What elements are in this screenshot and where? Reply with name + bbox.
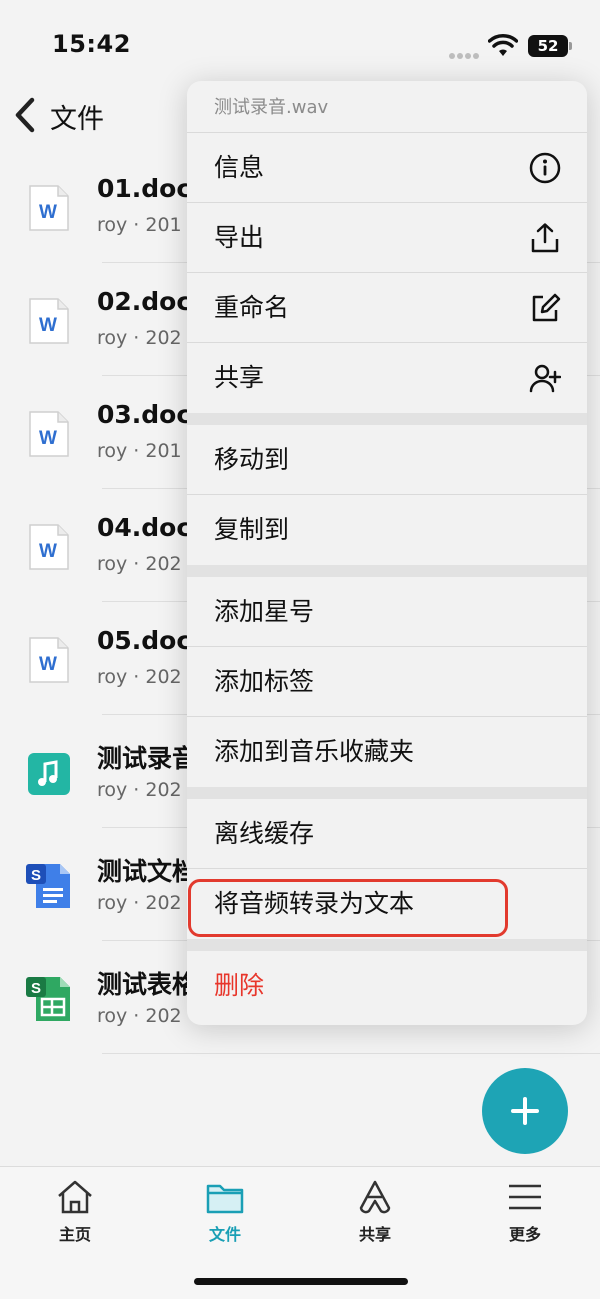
home-indicator (194, 1278, 408, 1285)
back-chevron-icon[interactable] (12, 96, 40, 134)
file-meta: roy · 202 (97, 779, 182, 801)
menu-item-share[interactable]: 共享 (187, 343, 587, 413)
word-doc-icon: W (29, 637, 69, 683)
menu-item-add-star[interactable]: 添加星号 (187, 577, 587, 647)
tab-more[interactable]: 更多 (475, 1179, 575, 1245)
page-title: 文件 (50, 104, 104, 135)
svg-text:W: W (39, 541, 57, 562)
file-meta: roy · 202 (97, 1005, 182, 1027)
file-name: 01.doc (97, 174, 192, 203)
file-meta: roy · 202 (97, 553, 182, 575)
file-meta: roy · 201 (97, 440, 182, 462)
file-name: 03.doc (97, 400, 192, 429)
menu-separator (187, 565, 587, 577)
divider (102, 1053, 600, 1054)
menu-item-label: 重命名 (214, 293, 290, 322)
svg-text:W: W (39, 202, 57, 223)
menu-item-label: 删除 (214, 971, 265, 1000)
menu-item-add-tag[interactable]: 添加标签 (187, 647, 587, 717)
menu-item-copy-to[interactable]: 复制到 (187, 495, 587, 565)
wifi-icon (488, 34, 518, 56)
menu-item-offline-cache[interactable]: 离线缓存 (187, 799, 587, 869)
word-doc-icon: W (29, 524, 69, 570)
menu-icon (509, 1184, 541, 1210)
svg-text:W: W (39, 654, 57, 675)
svg-text:W: W (39, 428, 57, 449)
status-time: 15:42 (52, 30, 131, 58)
add-person-icon (529, 364, 561, 393)
word-doc-icon: W (29, 185, 69, 231)
tab-label: 文件 (208, 1225, 241, 1244)
share-icon (359, 1180, 391, 1214)
menu-item-label: 信息 (214, 153, 265, 182)
tab-label: 主页 (58, 1225, 91, 1244)
folder-icon (206, 1184, 244, 1214)
tab-label: 更多 (508, 1225, 541, 1244)
menu-separator (187, 939, 587, 951)
menu-separator (187, 787, 587, 799)
info-icon (529, 152, 561, 184)
menu-item-label: 移动到 (214, 445, 290, 474)
file-name: 04.doc (97, 513, 192, 542)
word-doc-icon: W (29, 411, 69, 457)
tab-files[interactable]: 文件 (175, 1179, 275, 1245)
menu-item-info[interactable]: 信息 (187, 133, 587, 203)
audio-file-icon (28, 753, 70, 795)
menu-item-delete[interactable]: 删除 (187, 951, 587, 1021)
tab-share[interactable]: 共享 (325, 1179, 425, 1245)
google-doc-icon: S (26, 864, 70, 908)
menu-separator (187, 413, 587, 425)
file-name: 02.doc (97, 287, 192, 316)
menu-item-move-to[interactable]: 移动到 (187, 425, 587, 495)
home-icon (58, 1180, 92, 1214)
menu-item-export[interactable]: 导出 (187, 203, 587, 273)
menu-item-label: 离线缓存 (214, 819, 315, 848)
tab-label: 共享 (358, 1225, 391, 1244)
google-sheet-icon: S (26, 977, 70, 1021)
file-meta: roy · 202 (97, 327, 182, 349)
menu-item-label: 添加到音乐收藏夹 (214, 737, 415, 766)
cellular-signal-icon (449, 44, 481, 63)
menu-title: 测试录音.wav (187, 81, 587, 133)
status-bar: 15:42 52 (0, 0, 600, 80)
file-meta: roy · 202 (97, 666, 182, 688)
rename-icon (532, 293, 561, 322)
file-meta: roy · 201 (97, 214, 182, 236)
file-name: 测试录音 (97, 744, 198, 773)
menu-item-add-to-music[interactable]: 添加到音乐收藏夹 (187, 717, 587, 787)
file-name: 测试表格 (97, 970, 198, 999)
export-icon (531, 223, 559, 253)
menu-item-label: 共享 (214, 363, 265, 392)
file-name: 05.doc (97, 626, 192, 655)
battery-icon: 52 (528, 35, 572, 57)
file-name: 测试文档 (97, 857, 198, 886)
menu-item-label: 导出 (214, 223, 265, 252)
svg-text:S: S (31, 980, 41, 997)
add-button[interactable] (482, 1068, 568, 1154)
menu-item-rename[interactable]: 重命名 (187, 273, 587, 343)
svg-text:W: W (39, 315, 57, 336)
tab-home[interactable]: 主页 (25, 1179, 125, 1245)
menu-item-label: 添加标签 (214, 667, 315, 696)
svg-text:S: S (31, 867, 41, 884)
file-meta: roy · 202 (97, 892, 182, 914)
highlight-box (188, 879, 508, 937)
menu-item-label: 复制到 (214, 515, 290, 544)
word-doc-icon: W (29, 298, 69, 344)
menu-item-label: 添加星号 (214, 597, 315, 626)
